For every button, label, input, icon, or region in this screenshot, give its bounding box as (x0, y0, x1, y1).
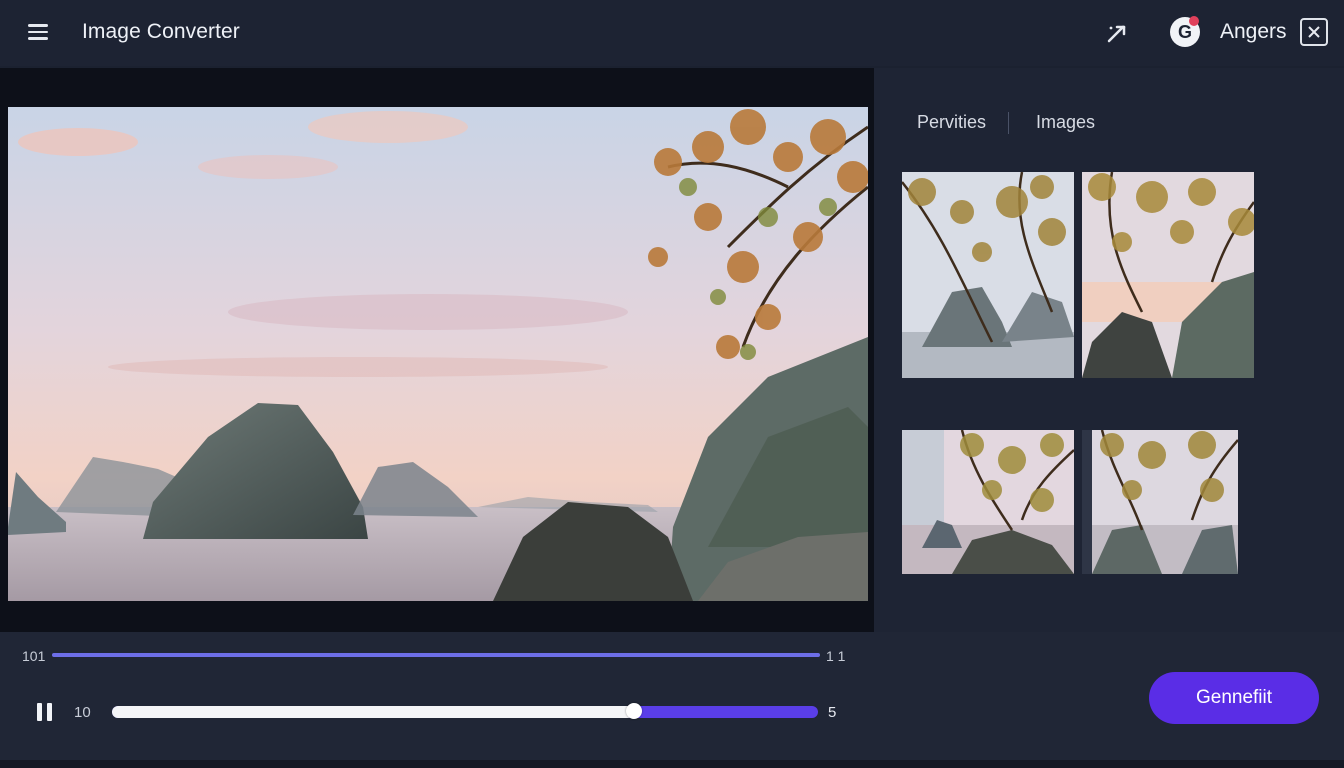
app-header: Image Converter G Angers (0, 0, 1344, 66)
preview-pane (0, 68, 874, 632)
thumbnail-3[interactable] (902, 430, 1074, 574)
notification-badge (1189, 16, 1199, 26)
bottom-strip (0, 760, 1344, 768)
generate-button[interactable]: Gennefiit (1149, 672, 1319, 724)
magic-wand-icon[interactable] (1103, 19, 1131, 47)
slider-max: 5 (828, 704, 837, 721)
close-icon (1308, 26, 1320, 38)
timeline-track[interactable] (52, 653, 820, 657)
player-bar: 101 1 1 10 5 Gennefiit (0, 632, 1344, 768)
user-name[interactable]: Angers (1220, 20, 1287, 44)
slider-label: 10 (74, 704, 91, 721)
pause-icon[interactable] (36, 702, 54, 722)
hamburger-menu-icon[interactable] (26, 20, 52, 44)
time-start: 101 (22, 648, 46, 664)
slider-fill (112, 706, 635, 718)
avatar[interactable]: G (1170, 16, 1200, 47)
thumbnail-4[interactable] (1082, 430, 1238, 574)
preview-image[interactable] (8, 107, 868, 601)
tab-images[interactable]: Images (1036, 112, 1095, 133)
time-end: 1 1 (826, 648, 846, 664)
progress-slider[interactable] (112, 703, 818, 719)
close-button[interactable] (1300, 18, 1328, 46)
app-title: Image Converter (82, 20, 240, 43)
thumbnail-2[interactable] (1082, 172, 1254, 378)
slider-knob[interactable] (626, 703, 643, 719)
tab-pervities[interactable]: Pervities (917, 112, 986, 133)
tab-divider (1008, 112, 1009, 134)
thumbnail-1[interactable] (902, 172, 1074, 378)
side-panel: Pervities Images (874, 68, 1344, 632)
